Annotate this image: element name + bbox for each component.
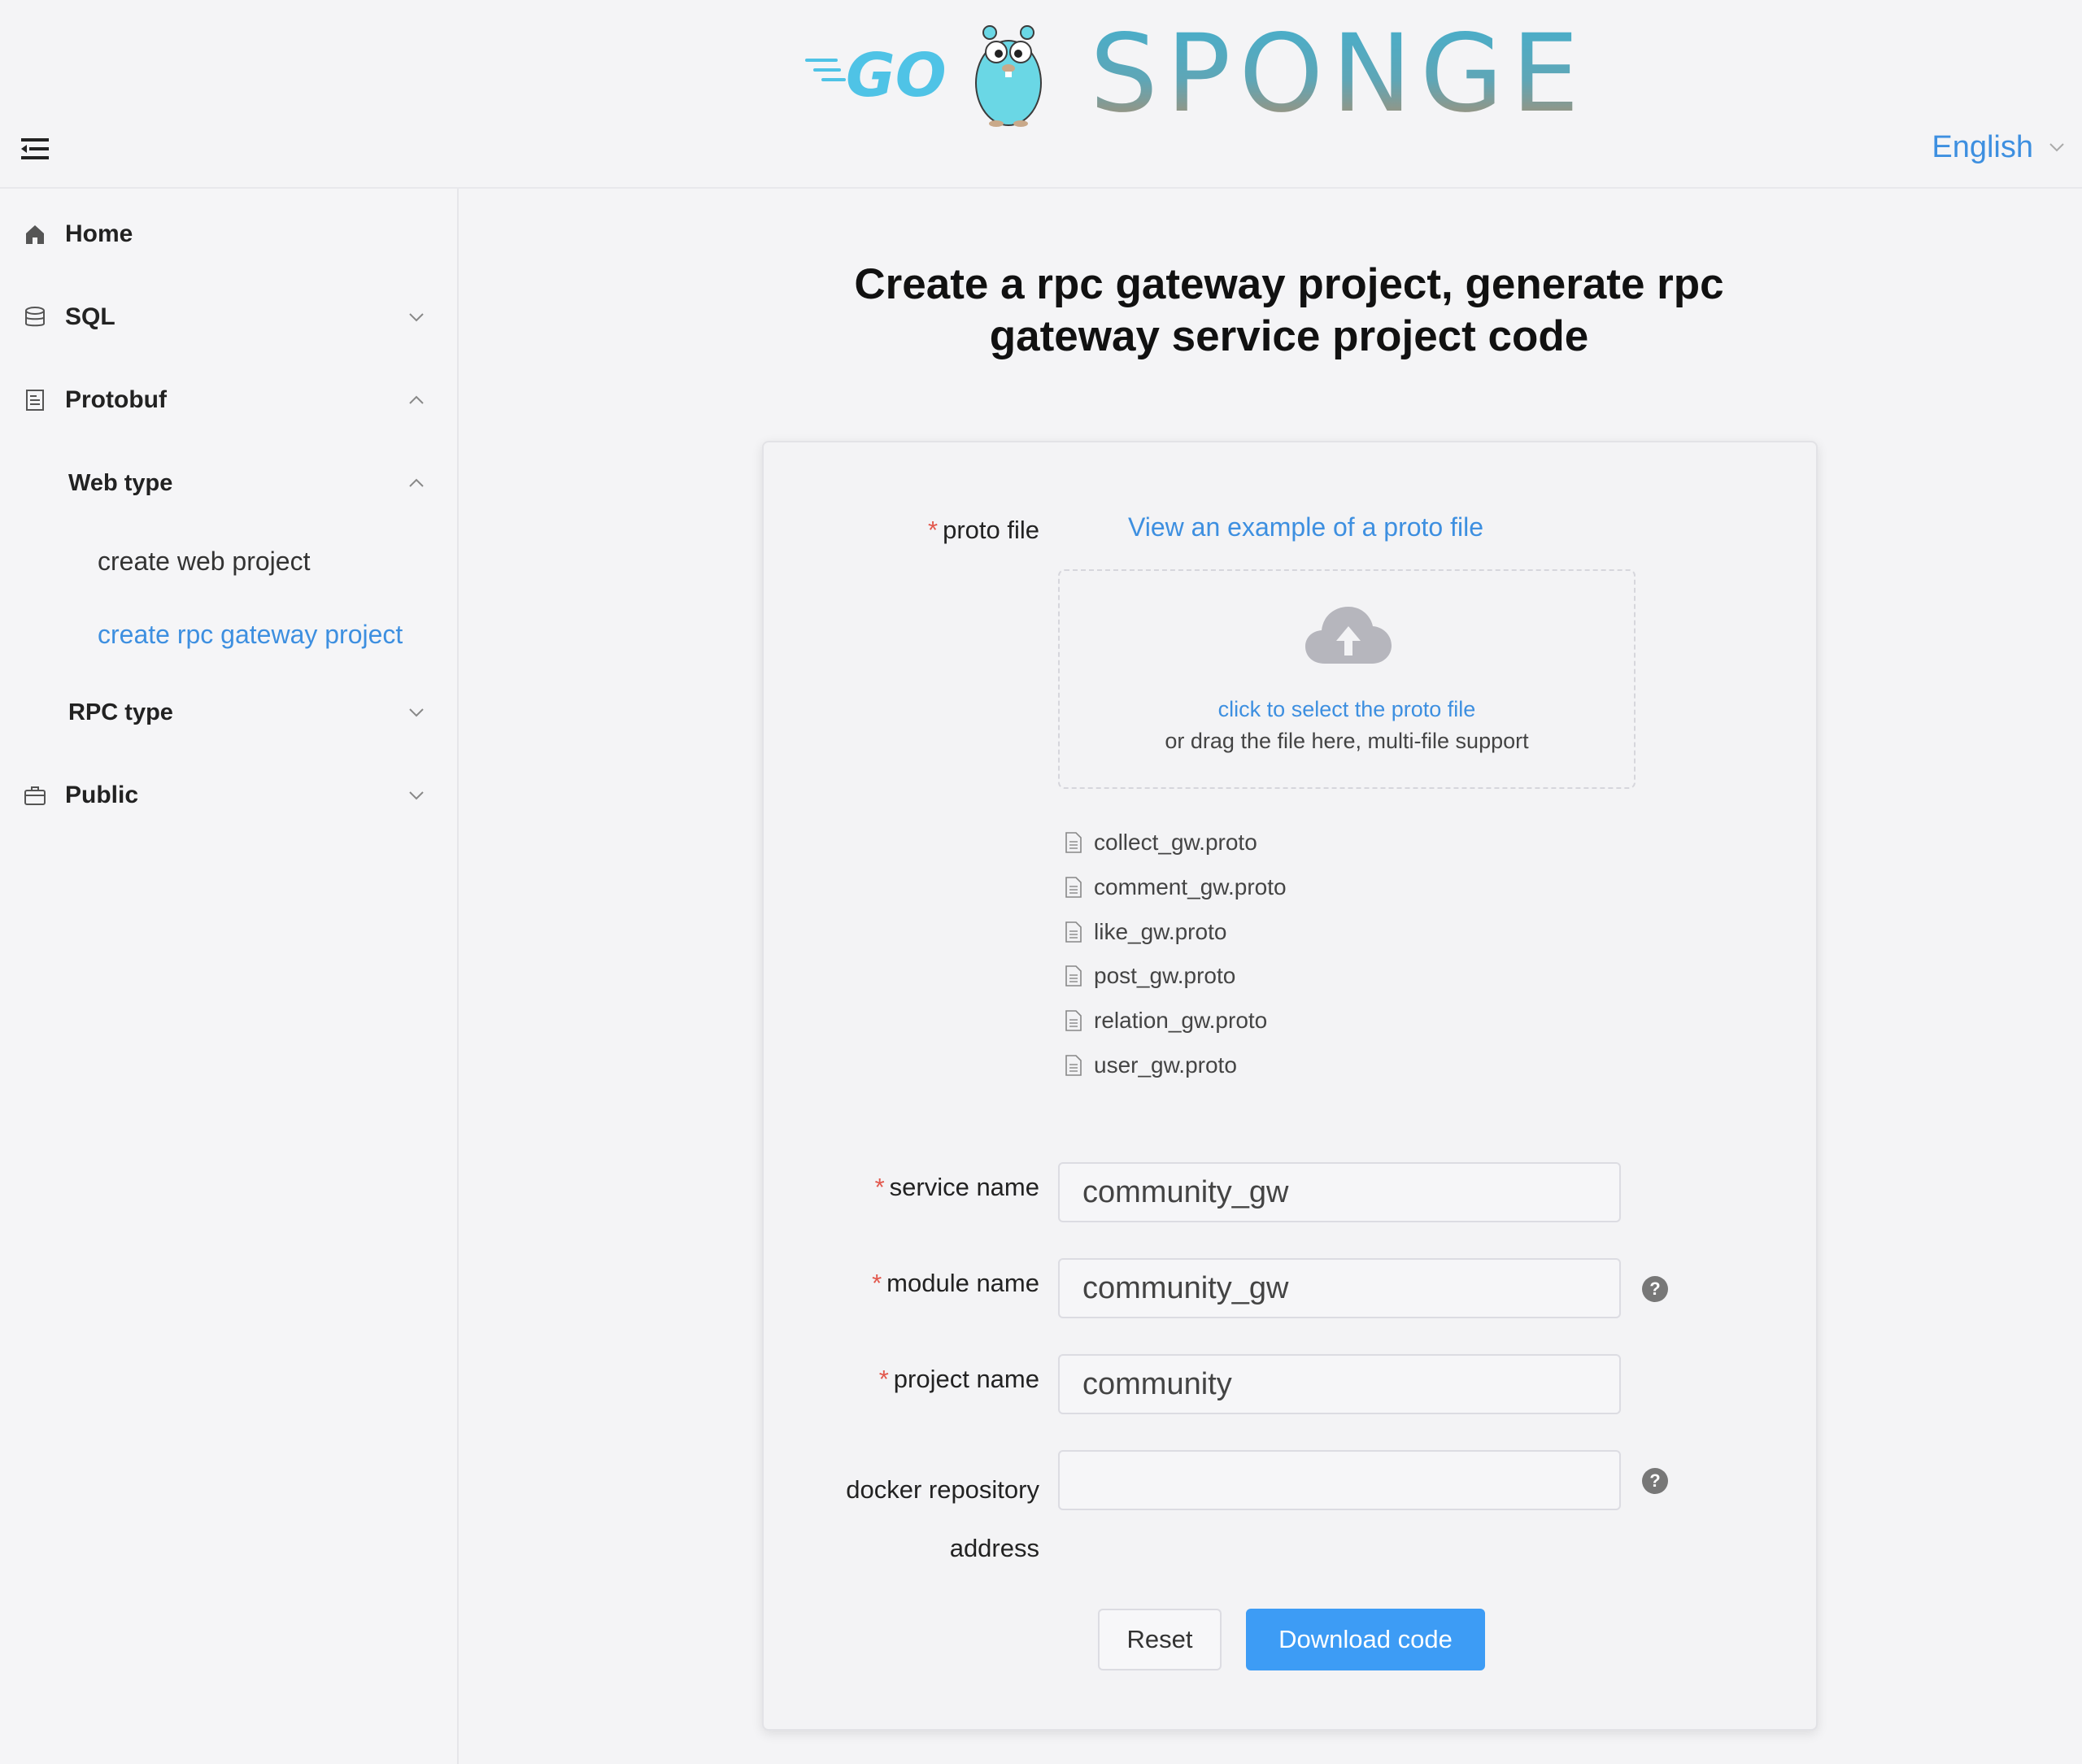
sidebar-item-label: create web project: [98, 546, 311, 576]
uploaded-file-item[interactable]: like_gw.proto: [1065, 916, 1471, 948]
top-header: GO SPONGE English: [0, 0, 2082, 189]
required-mark: *: [878, 1365, 889, 1393]
page-title-line1: Create a rpc gateway project, generate r…: [854, 260, 1724, 308]
uploaded-file-item[interactable]: comment_gw.proto: [1065, 871, 1471, 904]
docker-repository-input[interactable]: [1058, 1450, 1621, 1510]
download-code-button[interactable]: Download code: [1246, 1609, 1485, 1670]
file-icon: [1065, 877, 1082, 898]
sidebar-item-label: SQL: [65, 303, 115, 330]
page-title-line2: gateway service project code: [989, 312, 1589, 360]
go-gopher-logo: GO: [801, 18, 1045, 128]
project-name-input[interactable]: [1058, 1354, 1621, 1414]
database-icon: [25, 307, 45, 327]
chevron-down-icon: [409, 313, 424, 322]
file-name: like_gw.proto: [1094, 919, 1227, 944]
file-icon: [1065, 965, 1082, 987]
module-name-input[interactable]: [1058, 1258, 1621, 1318]
sponge-logo: SPONGE: [1090, 11, 1610, 137]
sidebar-item-protobuf[interactable]: Protobuf: [0, 368, 457, 433]
select-proto-file-link[interactable]: click to select the proto file: [1060, 697, 1634, 722]
document-icon: [26, 390, 44, 411]
dropzone-hint: or drag the file here, multi-file suppor…: [1165, 729, 1529, 753]
docker-repository-label-line2: address: [949, 1534, 1039, 1562]
file-name: post_gw.proto: [1094, 963, 1236, 988]
sidebar-item-rpc-type[interactable]: RPC type: [0, 680, 457, 745]
docker-repository-help-icon[interactable]: ?: [1642, 1468, 1668, 1494]
chevron-down-icon: [409, 708, 424, 717]
sidebar-item-home[interactable]: Home: [0, 202, 457, 267]
service-name-label: * service name: [874, 1173, 1039, 1201]
uploaded-file-item[interactable]: post_gw.proto: [1065, 960, 1471, 992]
briefcase-icon: [24, 786, 46, 805]
uploaded-file-item[interactable]: collect_gw.proto: [1065, 826, 1471, 859]
proto-upload-dropzone[interactable]: click to select the proto file or drag t…: [1058, 569, 1636, 789]
sidebar-nav: Home SQL Protobuf Web type create web pr…: [0, 189, 459, 1764]
sidebar-item-create-web-project[interactable]: create web project: [0, 529, 457, 594]
uploaded-file-item[interactable]: user_gw.proto: [1065, 1049, 1471, 1082]
sidebar-item-label: Protobuf: [65, 386, 167, 413]
sidebar-item-public[interactable]: Public: [0, 763, 457, 828]
docker-repository-label: docker repository address: [846, 1461, 1039, 1578]
module-name-help-icon[interactable]: ?: [1642, 1276, 1668, 1302]
file-icon: [1065, 921, 1082, 943]
proto-file-label: * proto file: [928, 516, 1039, 544]
file-icon: [1065, 1010, 1082, 1031]
chevron-down-icon: [2049, 143, 2064, 152]
sidebar-item-create-rpc-gateway-project[interactable]: create rpc gateway project: [0, 602, 457, 667]
language-label: English: [1932, 129, 2033, 164]
file-icon: [1065, 1055, 1082, 1076]
sidebar-item-web-type[interactable]: Web type: [0, 451, 457, 516]
project-form-card: * proto file View an example of a proto f…: [762, 441, 1818, 1731]
file-name: relation_gw.proto: [1094, 1008, 1268, 1033]
menu-fold-icon[interactable]: [21, 137, 49, 161]
sidebar-item-sql[interactable]: SQL: [0, 285, 457, 350]
docker-repository-label-line1: docker repository: [846, 1475, 1039, 1504]
language-selector[interactable]: English: [1932, 127, 2066, 168]
project-name-label: * project name: [878, 1365, 1039, 1393]
file-icon: [1065, 832, 1082, 853]
chevron-up-icon: [409, 395, 424, 404]
reset-button[interactable]: Reset: [1098, 1609, 1222, 1670]
page-title: Create a rpc gateway project, generate r…: [781, 259, 1797, 363]
sidebar-item-label: Home: [65, 220, 133, 247]
sidebar-item-label: Web type: [68, 469, 173, 496]
required-mark: *: [928, 516, 939, 544]
proto-example-link[interactable]: View an example of a proto file: [1128, 512, 1483, 542]
module-name-label: * module name: [872, 1269, 1039, 1297]
service-name-input[interactable]: [1058, 1162, 1621, 1222]
file-name: comment_gw.proto: [1094, 874, 1287, 899]
required-mark: *: [872, 1269, 882, 1297]
sidebar-item-label: RPC type: [68, 699, 173, 725]
chevron-down-icon: [409, 791, 424, 800]
go-logo-text: GO: [846, 41, 947, 111]
chevron-up-icon: [409, 478, 424, 487]
file-name: collect_gw.proto: [1094, 830, 1257, 855]
sidebar-item-label: create rpc gateway project: [98, 619, 403, 649]
sidebar-item-label: Public: [65, 782, 139, 808]
home-icon: [26, 225, 44, 244]
cloud-upload-icon: [1305, 607, 1392, 664]
required-mark: *: [874, 1173, 885, 1201]
file-name: user_gw.proto: [1094, 1052, 1237, 1078]
uploaded-file-item[interactable]: relation_gw.proto: [1065, 1004, 1471, 1037]
sponge-logo-text: SPONGE: [1090, 20, 1588, 125]
